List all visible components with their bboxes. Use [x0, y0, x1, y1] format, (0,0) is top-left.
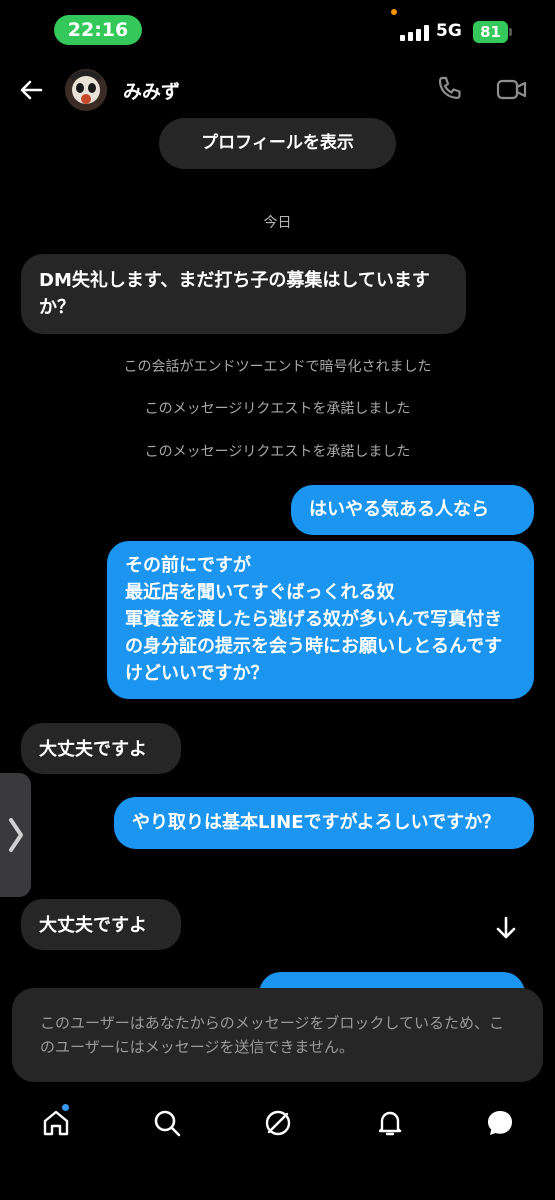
message-incoming[interactable]: 大丈夫ですよ: [21, 899, 181, 950]
bottom-nav: [0, 1100, 555, 1150]
view-profile-button[interactable]: プロフィールを表示: [159, 118, 396, 169]
system-message-request-accepted: このメッセージリクエストを承諾しました: [144, 444, 411, 460]
arrow-down-icon[interactable]: [492, 914, 520, 942]
chevron-right-icon: [9, 818, 23, 852]
battery-icon: [509, 28, 512, 36]
message-outgoing[interactable]: やり取りは基本LINEですがよろしいですか？: [114, 797, 534, 849]
message-incoming[interactable]: 大丈夫ですよ: [21, 723, 181, 774]
side-panel-handle[interactable]: [0, 773, 31, 897]
message-outgoing[interactable]: はいやる気ある人なら: [291, 485, 534, 535]
phone-icon[interactable]: [434, 74, 464, 104]
video-camera-icon[interactable]: [495, 74, 529, 104]
chat-header: みみず: [0, 60, 555, 120]
system-message-request-accepted: このメッセージリクエストを承諾しました: [144, 401, 411, 417]
back-arrow-icon[interactable]: [16, 74, 48, 106]
home-icon[interactable]: [41, 1108, 71, 1138]
blocked-notice: このユーザーはあなたからのメッセージをブロックしているため、このユーザーにはメッ…: [12, 988, 543, 1082]
explore-icon[interactable]: [263, 1108, 293, 1138]
privacy-indicator: [391, 9, 397, 15]
notifications-icon[interactable]: [375, 1108, 405, 1138]
network-type: 5G: [436, 21, 462, 41]
avatar[interactable]: [65, 69, 107, 111]
status-bar: 22:16 5G 81: [0, 0, 555, 60]
system-message-encryption: この会話がエンドツーエンドで暗号化されました: [123, 359, 432, 375]
battery-level: 81: [473, 21, 508, 43]
messages-icon[interactable]: [485, 1108, 515, 1138]
date-separator: 今日: [263, 215, 292, 231]
message-incoming[interactable]: DM失礼します、まだ打ち子の募集はしていますか？: [21, 254, 466, 334]
message-outgoing[interactable]: その前にですが 最近店を聞いてすぐばっくれる奴 軍資金を渡したら逃げる奴が多いん…: [107, 541, 534, 699]
search-icon[interactable]: [152, 1108, 182, 1138]
status-time: 22:16: [54, 15, 142, 45]
signal-icon: [400, 25, 430, 41]
home-notification-dot: [62, 1104, 69, 1111]
chat-username[interactable]: みみず: [123, 77, 180, 104]
